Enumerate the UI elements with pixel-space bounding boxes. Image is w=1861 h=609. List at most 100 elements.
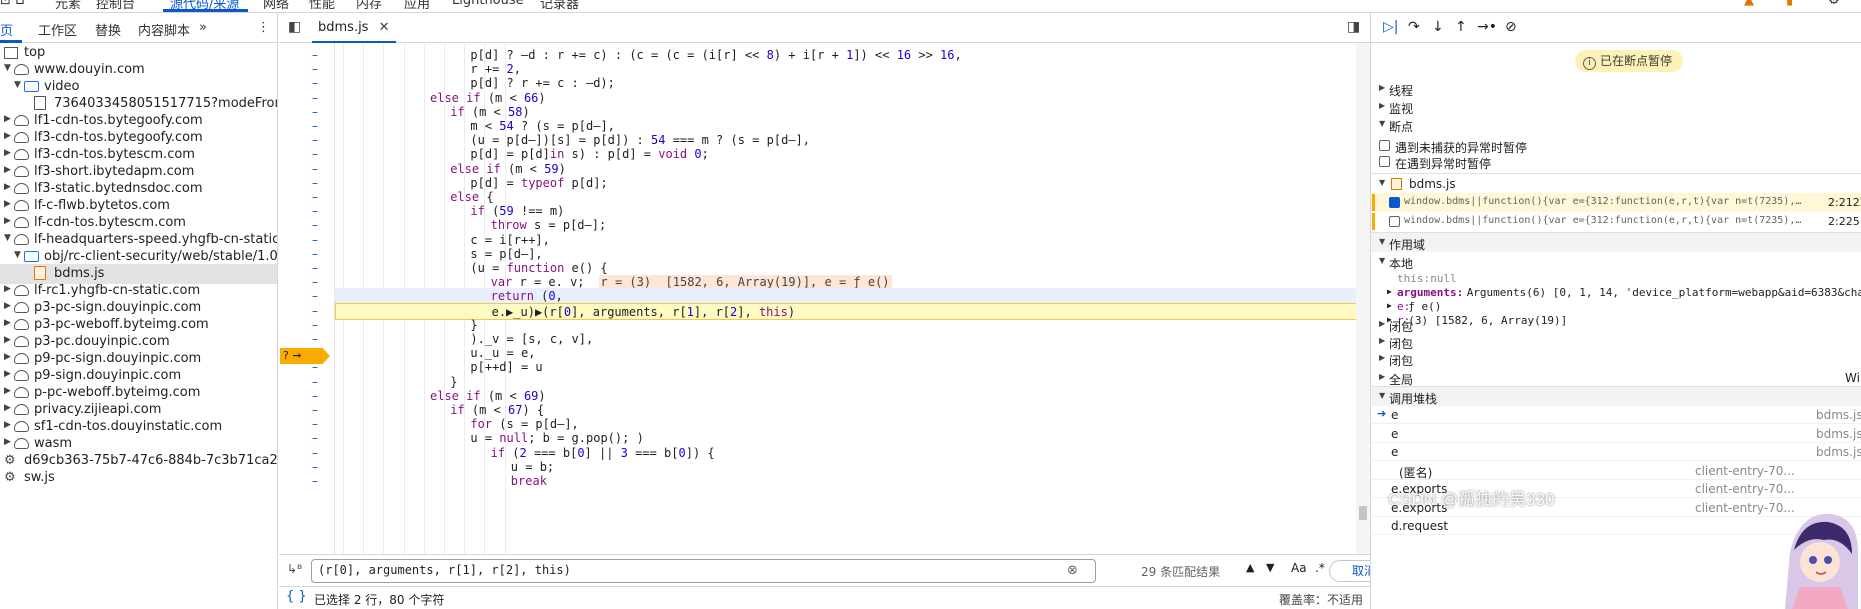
close-tab-icon[interactable]: ✕ (379, 20, 390, 35)
collapsed-arrow-icon[interactable]: ▶ (4, 284, 11, 294)
call-frame[interactable]: (匿名) client-entry-70... (1371, 462, 1861, 480)
step-out-icon[interactable]: ↑ (1455, 19, 1467, 35)
collapsed-arrow-icon[interactable]: ▶ (4, 301, 11, 311)
nav-tab-content-scripts[interactable]: 内容脚本 (138, 20, 190, 39)
next-match-chevron-down-icon[interactable]: ▼ (1266, 561, 1274, 574)
collapsed-arrow-icon[interactable]: ▶ (4, 131, 11, 141)
call-frame[interactable]: e bdms.js: (1371, 443, 1861, 461)
top-tab-network[interactable]: 网络 (263, 0, 289, 12)
warning-icon[interactable]: ▲ (1744, 0, 1754, 8)
breakpoint-marker[interactable]: ? ➞ (280, 348, 330, 364)
collapsed-arrow-icon[interactable]: ▶ (4, 420, 11, 430)
code-view[interactable]: ––––––––––––––––––––––––––––––– p[d] ? —… (279, 43, 1370, 554)
expanded-arrow-icon[interactable]: ▼ (14, 250, 21, 260)
more-tabs-chevron-icon[interactable]: » (199, 20, 207, 35)
collapsed-arrow-icon[interactable]: ▶ (4, 352, 11, 362)
previous-match-chevron-up-icon[interactable]: ▲ (1246, 561, 1254, 574)
code-text: p[d] ? r += c : —d); (470, 76, 615, 91)
breakpoint-checkbox[interactable] (1389, 197, 1400, 208)
top-tab-performance[interactable]: 性能 (309, 0, 335, 12)
code-text: p[++d] = u (470, 360, 543, 375)
pause-caught-checkbox[interactable] (1379, 156, 1390, 167)
editor-status-bar: { } 已选择 2 行，80 个字符 覆盖率：不适用 (279, 586, 1370, 609)
editor-file-tab[interactable]: bdms.js ✕ (312, 13, 396, 43)
clear-search-icon[interactable]: ⊗ (1067, 563, 1078, 578)
expanded-arrow-icon[interactable]: ▼ (4, 233, 11, 243)
editor-scrollbar[interactable] (1356, 43, 1370, 554)
scope-section[interactable]: ▼ 作用域 (1371, 232, 1861, 252)
issues-icon[interactable]: ▮ (1786, 0, 1793, 8)
code-line[interactable]: break (335, 473, 1365, 490)
nav-tab-overrides[interactable]: 替换 (95, 20, 121, 39)
tree-item[interactable]: ⚙ sw.js (0, 468, 277, 488)
top-tab-recorder[interactable]: 记录器 (540, 0, 579, 12)
call-stack-section[interactable]: ▼ 调用堆栈 (1371, 386, 1861, 406)
top-tab-console[interactable]: 控制台 (96, 0, 135, 12)
panel-toggle-icon[interactable]: ⊡ ⊔ (0, 0, 25, 8)
collapsed-arrow-icon[interactable]: ▶ (4, 148, 11, 158)
pretty-print-braces-icon[interactable]: { } (286, 589, 307, 604)
settings-gear-icon[interactable]: ⚙ (1828, 0, 1840, 8)
tree-item-label: sw.js (24, 470, 55, 485)
collapsed-arrow-icon[interactable]: ▶ (4, 318, 11, 328)
gutter-line-marker[interactable]: – (312, 473, 322, 490)
pause-caught-option[interactable]: 在遇到异常时暂停 (1371, 152, 1861, 172)
global-scope[interactable]: ▶全局Win (1371, 368, 1861, 388)
tree-item-label: lf3-short.ibytedapm.com (34, 164, 195, 179)
call-frame-function: d.request (1391, 519, 1449, 533)
collapsed-arrow-icon[interactable]: ▶ (4, 165, 11, 175)
code-text: } (450, 374, 458, 389)
expanded-arrow-icon: ▼ (1379, 119, 1386, 128)
threads-section[interactable]: ▶ 线程 (1371, 79, 1861, 99)
expanded-arrow-icon[interactable]: ▼ (4, 63, 11, 73)
collapsed-arrow-icon[interactable]: ▶ (4, 216, 11, 226)
match-case-button[interactable]: Aa (1291, 561, 1307, 575)
pause-uncaught-checkbox[interactable] (1379, 140, 1390, 151)
collapsed-arrow-icon[interactable]: ▶ (4, 199, 11, 209)
collapsed-arrow-icon[interactable]: ▶ (4, 114, 11, 124)
top-tab-memory[interactable]: 内存 (356, 0, 382, 12)
breakpoint-row[interactable]: window.bdms||function(){var e={312:funct… (1371, 212, 1861, 231)
collapsed-arrow-icon[interactable]: ▶ (4, 437, 11, 447)
scrollbar-thumb[interactable] (1359, 506, 1367, 520)
watch-section[interactable]: ▶ 监视 (1371, 97, 1861, 117)
expanded-arrow-icon[interactable]: ▼ (14, 80, 21, 90)
regex-button[interactable]: .* (1315, 561, 1325, 575)
call-frame[interactable]: ➔ e bdms.js: (1371, 406, 1861, 424)
top-tab-elements[interactable]: 元素 (55, 0, 81, 12)
find-input[interactable] (318, 563, 938, 577)
more-options-icon[interactable]: ⋮ (257, 20, 270, 35)
collapsed-arrow-icon[interactable]: ▶ (4, 403, 11, 413)
replace-toggle-icon[interactable]: ↳ᴮ (287, 562, 302, 576)
nav-tab-workspace[interactable]: 工作区 (38, 20, 77, 39)
breakpoints-section[interactable]: ▼ 断点 (1371, 115, 1861, 135)
nav-tab-page[interactable]: 页 (0, 20, 13, 39)
deactivate-breakpoints-icon[interactable]: ⊘ (1505, 19, 1517, 35)
closure-scope[interactable]: ▶ 闭包 (1371, 349, 1861, 369)
step-over-icon[interactable]: ↷ (1408, 19, 1420, 35)
step-icon[interactable]: →• (1477, 19, 1497, 35)
find-bar: ↳ᴮ ⊗ 29 条匹配结果 ▲ ▼ Aa .* 取消 (279, 554, 1399, 586)
line-gutter[interactable]: ––––––––––––––––––––––––––––––– (279, 43, 335, 554)
code-text: else if (m < 66) (430, 90, 546, 105)
breakpoint-checkbox[interactable] (1389, 216, 1400, 227)
top-tab-application[interactable]: 应用 (404, 0, 430, 12)
collapsed-arrow-icon[interactable]: ▶ (4, 386, 11, 396)
breakpoint-row[interactable]: window.bdms||function(){var e={312:funct… (1371, 193, 1861, 212)
find-input-box[interactable]: ⊗ (311, 559, 1096, 583)
resume-icon[interactable]: ▷| (1383, 19, 1398, 35)
collapsed-arrow-icon[interactable]: ▶ (1387, 287, 1392, 296)
tree-item-label: video (44, 79, 80, 94)
breakpoint-file-group[interactable]: ▼ bdms.js (1371, 173, 1861, 193)
step-into-icon[interactable]: ↓ (1432, 19, 1444, 35)
collapsed-arrow-icon[interactable]: ▶ (4, 182, 11, 192)
collapsed-arrow-icon[interactable]: ▶ (4, 369, 11, 379)
local-scope[interactable]: ▼ 本地 (1371, 252, 1861, 272)
collapsed-arrow-icon[interactable]: ▶ (1387, 301, 1392, 310)
top-tab-lighthouse[interactable]: Lighthouse (452, 0, 524, 8)
toggle-navigator-icon[interactable]: ◧ (288, 19, 301, 35)
call-frame[interactable]: e bdms.js: (1371, 425, 1861, 443)
collapsed-arrow-icon[interactable]: ▶ (4, 335, 11, 345)
toggle-debugger-icon[interactable]: ◨ (1347, 19, 1360, 35)
code-text: s = p[d—], (470, 246, 543, 261)
